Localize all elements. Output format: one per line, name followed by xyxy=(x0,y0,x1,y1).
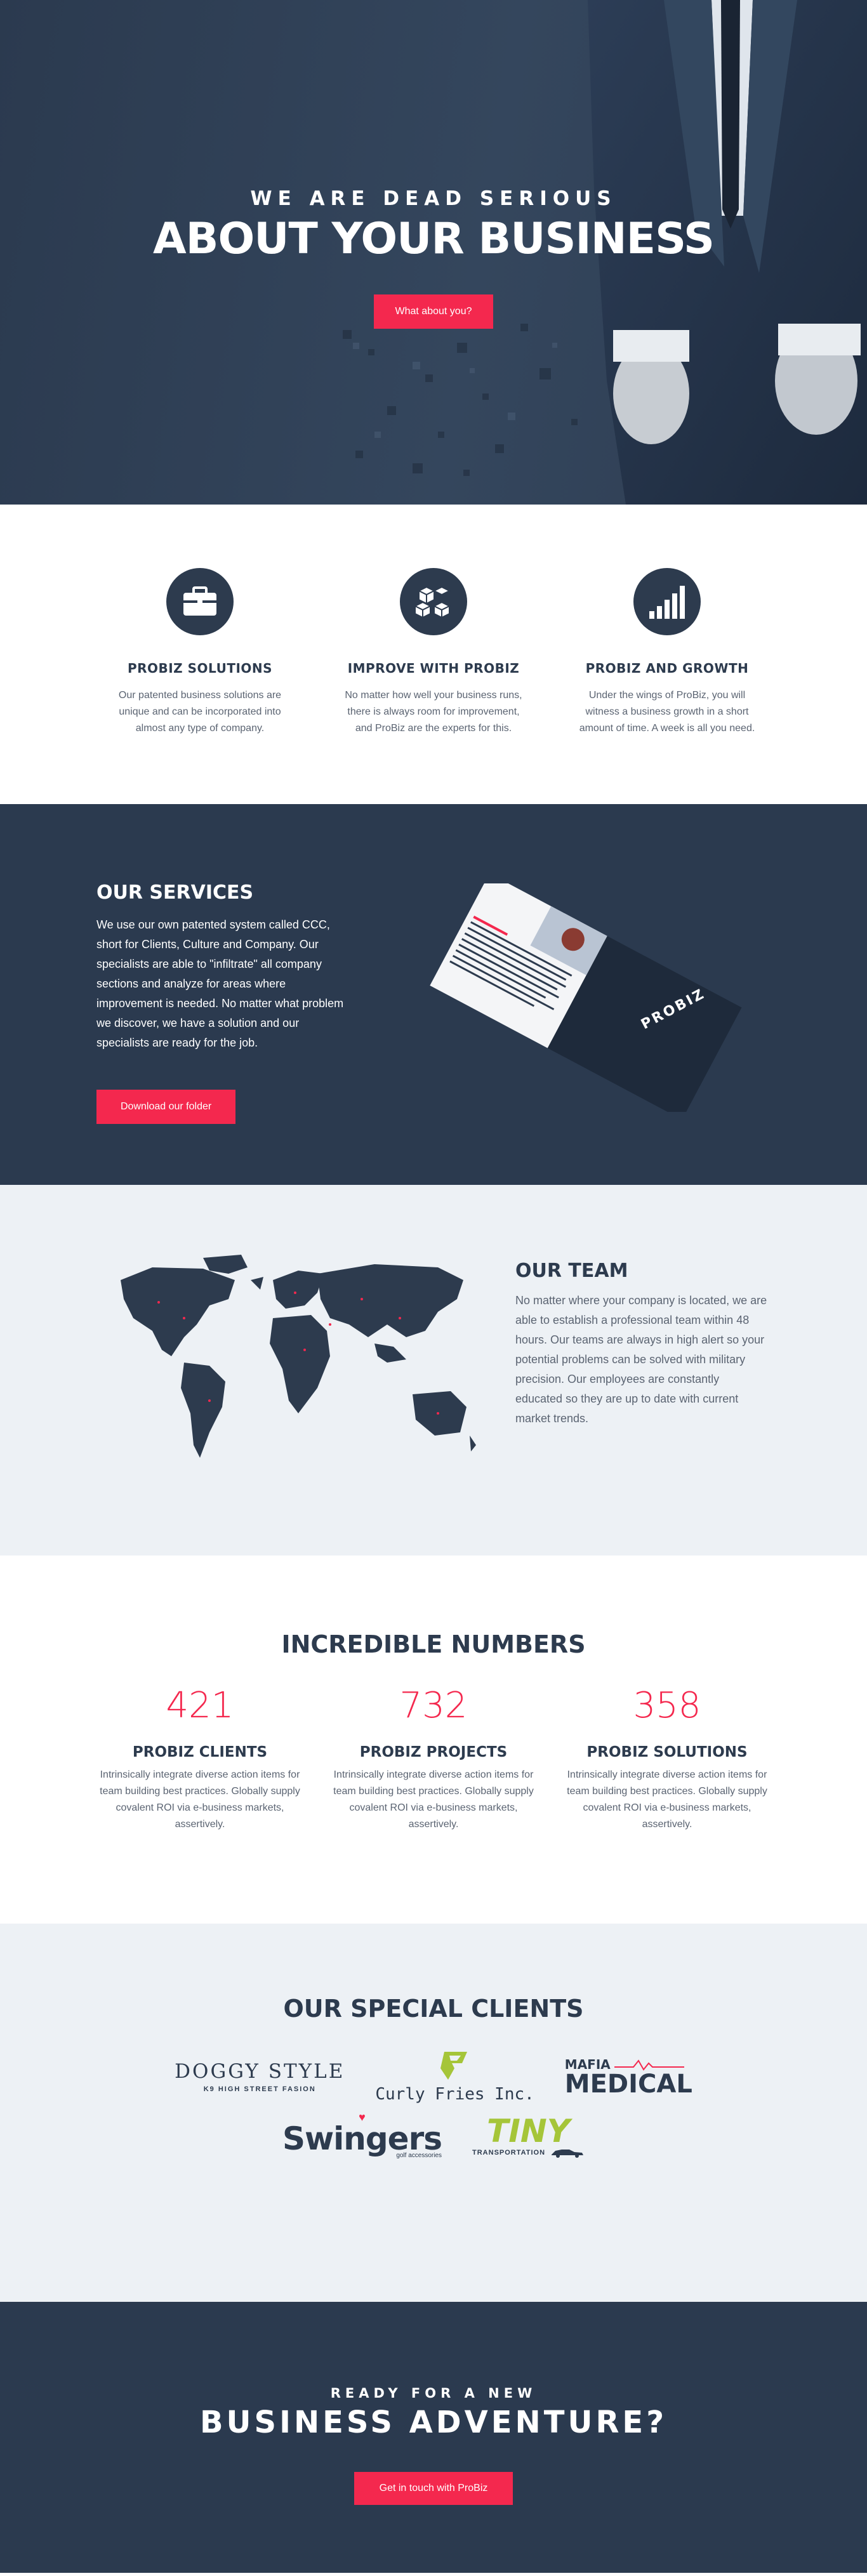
mafia-medical-logo[interactable]: MAFIA MEDICAL xyxy=(564,2057,692,2099)
stat-title: PROBIZ CLIENTS xyxy=(132,1744,268,1760)
stat-clients: 421 PROBIZ CLIENTS Intrinsically integra… xyxy=(83,1685,317,1833)
doggy-style-logo[interactable]: DOGGY STYLE K9 HIGH STREET FASION xyxy=(175,2060,345,2093)
probiz-folder-image: PROBIZ xyxy=(430,883,742,1112)
tiny-bottom-line: TRANSPORTATION xyxy=(472,2147,585,2158)
logo-tagline: TRANSPORTATION xyxy=(472,2148,546,2157)
bar-chart-icon xyxy=(633,568,701,635)
stat-value: 358 xyxy=(633,1685,701,1726)
feature-text: No matter how well your business runs, t… xyxy=(345,690,522,734)
cta-section: READY FOR A NEW BUSINESS ADVENTURE? Get … xyxy=(0,2302,867,2573)
get-in-touch-button[interactable]: Get in touch with ProBiz xyxy=(354,2472,513,2505)
numbers-row: 421 PROBIZ CLIENTS Intrinsically integra… xyxy=(0,1685,867,1833)
hero-title: ABOUT YOUR BUSINESS xyxy=(153,214,715,264)
features-section: PROBIZ SOLUTIONS Our patented business s… xyxy=(0,505,867,804)
logo-text: Curly Fries Inc. xyxy=(375,2085,534,2104)
cubes-icon xyxy=(400,568,467,635)
stat-title: PROBIZ SOLUTIONS xyxy=(586,1744,748,1760)
hero-content: WE ARE DEAD SERIOUS ABOUT YOUR BUSINESS … xyxy=(0,187,867,329)
tiny-transportation-logo[interactable]: TINY TRANSPORTATION xyxy=(472,2115,585,2158)
feature-text: Our patented business solutions are uniq… xyxy=(118,690,282,734)
fry-shape-icon xyxy=(440,2052,467,2080)
stat-text: Intrinsically integrate diverse action i… xyxy=(100,1769,300,1830)
client-logos-row-2: ♥ Swingers golf accessories TINY TRANSPO… xyxy=(0,2111,867,2159)
curly-fries-logo[interactable]: Curly Fries Inc. xyxy=(375,2049,534,2104)
team-text: No matter where your company is located,… xyxy=(515,1294,767,1425)
feature-title: PROBIZ SOLUTIONS xyxy=(127,661,273,676)
feature-title: IMPROVE WITH PROBIZ xyxy=(347,661,520,676)
team-section: OUR TEAM No matter where your company is… xyxy=(0,1185,867,1556)
stat-solutions: 358 PROBIZ SOLUTIONS Intrinsically integ… xyxy=(550,1685,784,1833)
numbers-title: INCREDIBLE NUMBERS xyxy=(281,1630,586,1658)
logo-text-secondary: MEDICAL xyxy=(564,2070,692,2099)
heart-icon: ♥ xyxy=(359,2111,366,2124)
logo-text: DOGGY STYLE xyxy=(175,2060,345,2083)
clients-title: OUR SPECIAL CLIENTS xyxy=(283,1995,584,2023)
what-about-you-button[interactable]: What about you? xyxy=(373,294,494,329)
logo-text: TINY xyxy=(487,2112,570,2150)
world-map-image xyxy=(121,1255,476,1458)
clients-section: OUR SPECIAL CLIENTS DOGGY STYLE K9 HIGH … xyxy=(0,1924,867,2302)
services-title: OUR SERVICES xyxy=(96,882,254,904)
feature-growth: PROBIZ AND GROWTH Under the wings of Pro… xyxy=(550,568,784,804)
stat-text: Intrinsically integrate diverse action i… xyxy=(333,1769,534,1830)
hero-subtitle: WE ARE DEAD SERIOUS xyxy=(250,187,617,210)
car-icon xyxy=(552,2149,584,2158)
feature-title: PROBIZ AND GROWTH xyxy=(585,661,749,676)
cta-subtitle: READY FOR A NEW xyxy=(330,2386,537,2401)
feature-solutions: PROBIZ SOLUTIONS Our patented business s… xyxy=(83,568,317,804)
services-content: OUR SERVICES We use our own patented sys… xyxy=(96,882,350,1124)
cta-title: BUSINESS ADVENTURE? xyxy=(199,2405,668,2440)
services-section: OUR SERVICES We use our own patented sys… xyxy=(0,804,867,1185)
team-content: OUR TEAM No matter where your company is… xyxy=(515,1260,769,1429)
logo-tagline: golf accessories xyxy=(396,2152,442,2159)
numbers-section: INCREDIBLE NUMBERS 421 PROBIZ CLIENTS In… xyxy=(0,1556,867,1924)
heartbeat-line-icon xyxy=(614,2059,684,2071)
logo-tagline: K9 HIGH STREET FASION xyxy=(203,2085,316,2093)
swingers-logo[interactable]: ♥ Swingers golf accessories xyxy=(282,2111,442,2159)
briefcase-icon xyxy=(166,568,234,635)
stat-text: Intrinsically integrate diverse action i… xyxy=(567,1769,767,1830)
team-title: OUR TEAM xyxy=(515,1260,628,1282)
feature-improve: IMPROVE WITH PROBIZ No matter how well y… xyxy=(317,568,550,804)
download-folder-button[interactable]: Download our folder xyxy=(96,1090,236,1124)
services-text: We use our own patented system called CC… xyxy=(96,918,344,1049)
hero-section: WE ARE DEAD SERIOUS ABOUT YOUR BUSINESS … xyxy=(0,0,867,505)
stat-projects: 732 PROBIZ PROJECTS Intrinsically integr… xyxy=(317,1685,550,1833)
stat-title: PROBIZ PROJECTS xyxy=(359,1744,508,1760)
feature-text: Under the wings of ProBiz, you will witn… xyxy=(579,690,755,734)
client-logos-row: DOGGY STYLE K9 HIGH STREET FASION Curly … xyxy=(0,2049,867,2104)
stat-value: 732 xyxy=(399,1685,468,1726)
stat-value: 421 xyxy=(166,1685,234,1726)
